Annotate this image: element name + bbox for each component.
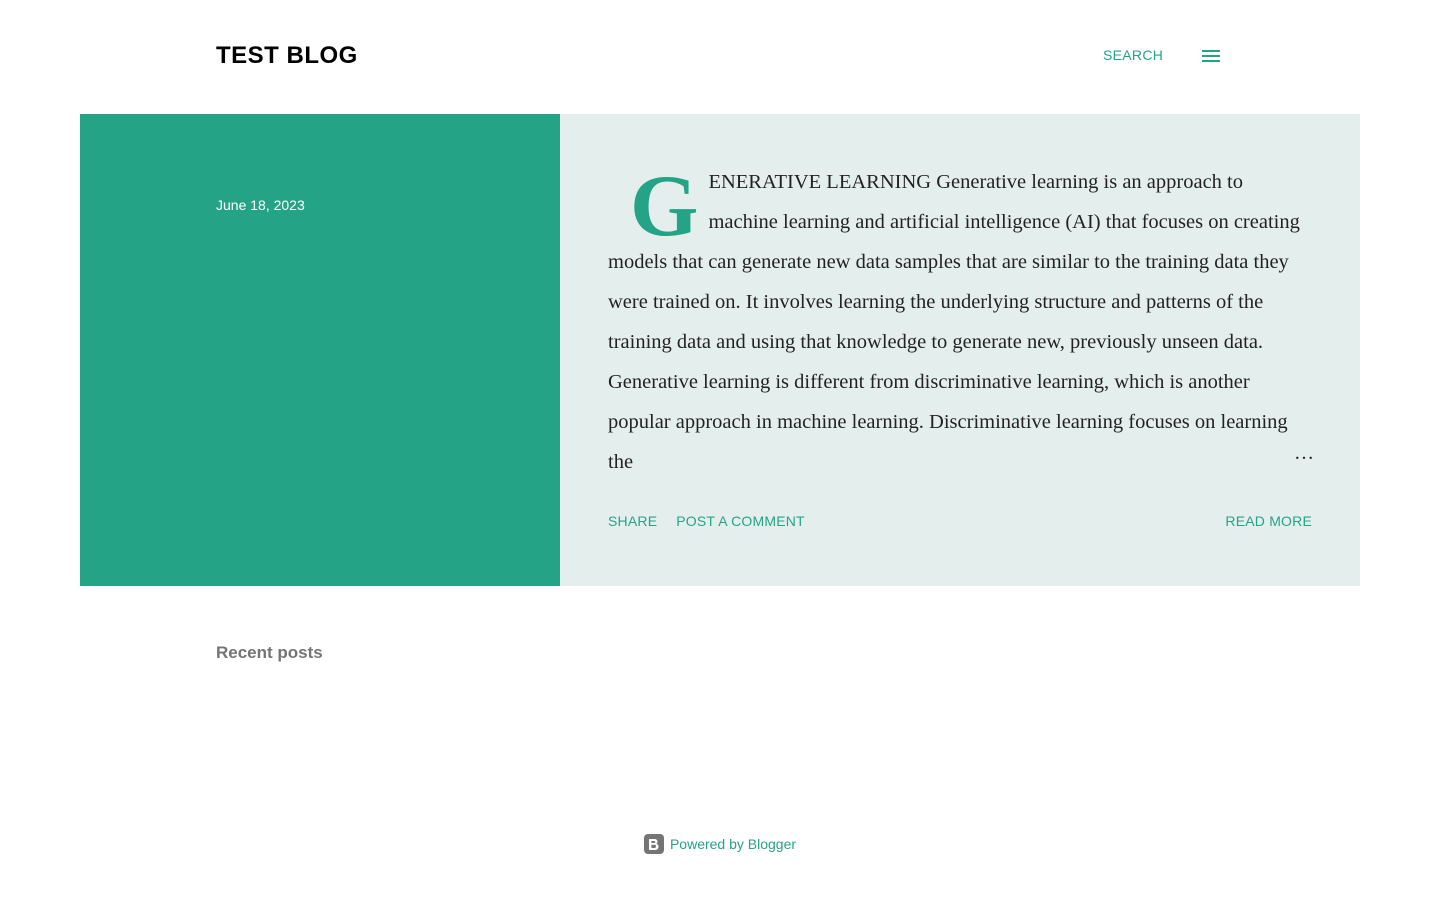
menu-icon	[1202, 50, 1220, 62]
post-hero[interactable]: June 18, 2023	[80, 114, 560, 586]
post-snippet-text: Generative Learning Generative learning …	[608, 162, 1314, 482]
post-content: Generative Learning Generative learning …	[560, 114, 1360, 586]
footer: Powered by Blogger	[0, 832, 1440, 856]
blog-title[interactable]: TEST BLOG	[216, 40, 358, 72]
post-card: June 18, 2023 Generative Learning Genera…	[80, 114, 1360, 586]
powered-by-blogger-link[interactable]: Powered by Blogger	[670, 835, 796, 853]
snippet-ellipsis: …	[1294, 442, 1314, 464]
share-button[interactable]: Share	[608, 512, 657, 530]
search-button[interactable]: SEARCH	[1103, 46, 1163, 64]
menu-button[interactable]	[1196, 42, 1226, 70]
snippet-body: Generative learning is an approach to ma…	[608, 171, 1300, 473]
post-date[interactable]: June 18, 2023	[216, 196, 305, 214]
recent-posts-heading: Recent posts	[216, 643, 323, 662]
blog-header: TEST BLOG SEARCH	[0, 0, 1440, 114]
read-more-link[interactable]: Read more	[1225, 512, 1312, 530]
post-actions: Share Post a Comment	[608, 512, 805, 530]
snippet-lead: enerative Learning	[708, 171, 932, 193]
post-snippet: Generative Learning Generative learning …	[608, 162, 1314, 482]
post-comment-link[interactable]: Post a Comment	[676, 512, 805, 530]
drop-cap: G	[630, 162, 699, 255]
blogger-icon[interactable]	[643, 834, 664, 854]
